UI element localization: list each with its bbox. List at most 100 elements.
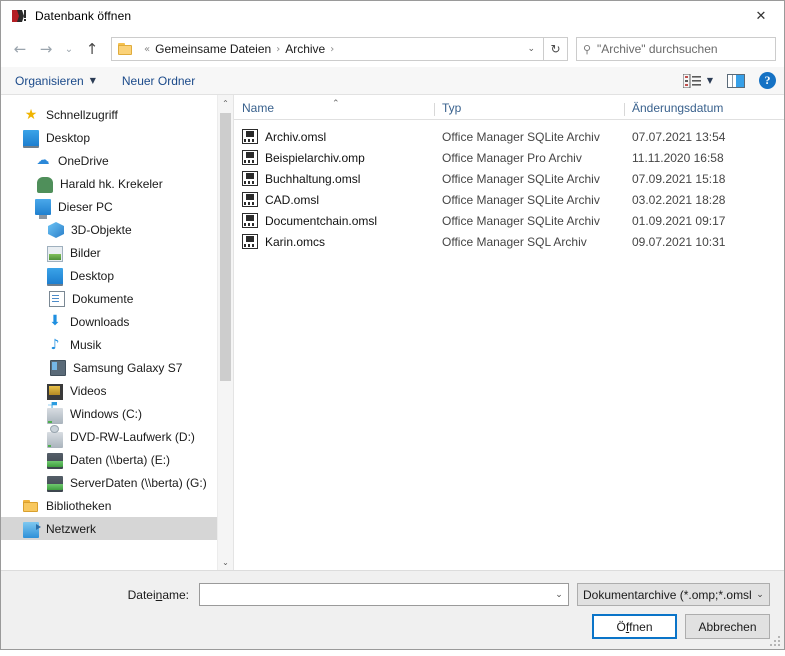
table-row[interactable]: CAD.omsl Office Manager SQLite Archiv 03.0… xyxy=(234,189,784,210)
file-type-cell: Office Manager SQLite Archiv xyxy=(442,213,600,228)
file-name-label: Archiv.omsl xyxy=(265,129,327,144)
up-button[interactable]: ↑ xyxy=(79,36,105,62)
file-name-cell: Documentchain.omsl xyxy=(234,213,434,228)
table-row[interactable]: Buchhaltung.omsl Office Manager SQLite Ar… xyxy=(234,168,784,189)
phone-icon xyxy=(50,360,66,376)
toolbar-right-group: ▼ ? xyxy=(682,72,776,89)
window-title: Datenbank öffnen xyxy=(35,9,132,23)
breadcrumb-item-0[interactable]: Gemeinsame Dateien xyxy=(155,42,271,56)
view-options-button[interactable]: ▼ xyxy=(682,73,713,88)
sidebar-item-windows-c[interactable]: Windows (C:) xyxy=(1,402,233,425)
documents-icon xyxy=(49,291,65,307)
3d-objects-icon xyxy=(48,222,64,238)
archive-file-icon xyxy=(242,234,258,249)
sidebar-item-label: Dokumente xyxy=(72,291,134,306)
navigation-bar: ← → ⌄ ↑ « Gemeinsame Dateien › Archive ›… xyxy=(1,31,784,67)
sidebar-item-downloads[interactable]: ⬇ Downloads xyxy=(1,310,233,333)
sidebar-item-serverdaten-berta-g[interactable]: ServerDaten (\\berta) (G:) xyxy=(1,471,233,494)
sidebar-item-3d-objekte[interactable]: 3D-Objekte xyxy=(1,218,233,241)
sidebar-item-netzwerk[interactable]: Netzwerk xyxy=(1,517,233,540)
resize-grip[interactable] xyxy=(770,636,781,647)
chevron-down-icon: ⌄ xyxy=(756,589,764,600)
archive-file-icon xyxy=(242,192,258,207)
sidebar-item-onedrive[interactable]: ☁ OneDrive xyxy=(1,149,233,172)
sidebar-item-desktop[interactable]: Desktop xyxy=(1,264,233,287)
network-drive-icon xyxy=(47,452,63,469)
sidebar-item-label: Downloads xyxy=(70,314,130,329)
filename-combobox[interactable]: ⌄ xyxy=(199,583,569,606)
sidebar-item-dieser-pc[interactable]: Dieser PC xyxy=(1,195,233,219)
sidebar-item-bilder[interactable]: Bilder xyxy=(1,241,233,264)
back-button[interactable]: ← xyxy=(7,36,33,62)
close-icon[interactable]: ✕ xyxy=(738,1,784,31)
pictures-icon xyxy=(47,245,63,262)
breadcrumb-separator[interactable]: › xyxy=(325,44,339,55)
column-header-name[interactable]: ⌃ Name xyxy=(234,99,434,119)
quick-access-star-icon: ★ xyxy=(24,106,38,123)
office-manager-icon xyxy=(11,8,27,24)
sidebar-item-schnellzugriff[interactable]: ★ Schnellzugriff xyxy=(1,103,233,126)
sidebar-item-label: 3D-Objekte xyxy=(71,222,132,237)
sidebar-item-bibliotheken[interactable]: Bibliotheken xyxy=(1,494,233,517)
music-note-icon: ♪ xyxy=(50,336,60,353)
breadcrumb-separator[interactable]: › xyxy=(271,44,285,55)
file-name-label: Karin.omcs xyxy=(265,234,326,249)
sidebar-item-dokumente[interactable]: Dokumente xyxy=(1,287,233,310)
sidebar-item-musik[interactable]: ♪ Musik xyxy=(1,333,233,356)
filename-input[interactable] xyxy=(200,587,550,602)
sidebar-item-label: Musik xyxy=(70,337,102,352)
table-row[interactable]: Beispielarchiv.omp Office Manager Pro Arc… xyxy=(234,147,784,168)
file-date-cell: 09.07.2021 10:31 xyxy=(632,234,726,249)
open-button-pre: Ö xyxy=(616,619,626,634)
breadcrumb[interactable]: « Gemeinsame Dateien › Archive › ⌄ xyxy=(111,37,544,61)
breadcrumb-item-1[interactable]: Archive xyxy=(285,42,325,56)
help-icon[interactable]: ? xyxy=(759,72,776,89)
scroll-down-icon[interactable]: ⌄ xyxy=(218,554,233,570)
archive-file-icon xyxy=(242,129,258,144)
table-row[interactable]: Archiv.omsl Office Manager SQLite Archiv 0… xyxy=(234,126,784,147)
chevron-down-icon[interactable]: ⌄ xyxy=(550,590,568,600)
refresh-button[interactable]: ↻ xyxy=(544,37,568,61)
file-name-cell: Beispielarchiv.omp xyxy=(234,150,434,165)
search-box[interactable]: ⚲ xyxy=(576,37,776,61)
title-bar: Datenbank öffnen ✕ xyxy=(1,1,784,31)
file-type-cell: Office Manager SQLite Archiv xyxy=(442,192,600,207)
column-headers: ⌃ Name Typ Änderungsdatum xyxy=(234,95,784,120)
forward-button[interactable]: → xyxy=(33,36,59,62)
table-row[interactable]: Documentchain.omsl Office Manager SQLite … xyxy=(234,210,784,231)
chevron-down-icon[interactable]: ⌄ xyxy=(519,44,543,54)
file-date-cell: 01.09.2021 09:17 xyxy=(632,213,726,228)
file-name-cell: Buchhaltung.omsl xyxy=(234,171,434,186)
scrollbar-thumb[interactable] xyxy=(220,113,231,381)
preview-pane-icon[interactable] xyxy=(727,73,745,88)
sidebar-item-label: Desktop xyxy=(70,268,115,283)
file-name-label: Documentchain.omsl xyxy=(265,213,378,228)
recent-locations-button[interactable]: ⌄ xyxy=(59,36,79,62)
sidebar-scrollbar[interactable]: ⌃ ⌄ xyxy=(217,95,233,570)
cancel-button[interactable]: Abbrechen xyxy=(685,614,770,639)
scroll-up-icon[interactable]: ⌃ xyxy=(218,95,233,111)
chevron-down-icon: ▼ xyxy=(706,76,713,85)
column-header-typ-label: Typ xyxy=(442,101,462,115)
file-date-cell: 11.11.2020 16:58 xyxy=(632,150,724,165)
sidebar-item-samsung-galaxy-s7[interactable]: Samsung Galaxy S7 xyxy=(1,356,233,379)
breadcrumb-overflow-icon[interactable]: « xyxy=(139,44,155,55)
new-folder-button[interactable]: Neuer Ordner xyxy=(122,74,195,88)
organize-button[interactable]: Organisieren ▼ xyxy=(15,74,96,88)
file-type-filter-dropdown[interactable]: Dokumentarchive (*.omp;*.omsl ⌄ xyxy=(577,583,770,606)
chevron-down-icon: ▼ xyxy=(89,76,96,85)
filename-label-post: ame: xyxy=(162,587,189,602)
column-header-date[interactable]: Änderungsdatum xyxy=(624,101,784,119)
sidebar-item-videos[interactable]: Videos xyxy=(1,379,233,402)
search-input[interactable] xyxy=(597,42,775,56)
sidebar-item-daten-berta-e[interactable]: Daten (\\berta) (E:) xyxy=(1,448,233,471)
sidebar-item-harald-hk-krekeler[interactable]: Harald hk. Krekeler xyxy=(1,172,233,195)
open-button[interactable]: Öf fnen xyxy=(592,614,677,639)
file-date-cell: 07.07.2021 13:54 xyxy=(632,129,726,144)
network-icon xyxy=(23,522,41,538)
table-row[interactable]: Karin.omcs Office Manager SQL Archiv 09.07… xyxy=(234,231,784,252)
sidebar-item-desktop[interactable]: Desktop xyxy=(1,126,233,149)
column-header-typ[interactable]: Typ xyxy=(434,101,624,119)
file-name-cell: Karin.omcs xyxy=(234,234,434,249)
sidebar-item-dvd-rw-laufwerk-d[interactable]: DVD-RW-Laufwerk (D:) xyxy=(1,424,233,448)
